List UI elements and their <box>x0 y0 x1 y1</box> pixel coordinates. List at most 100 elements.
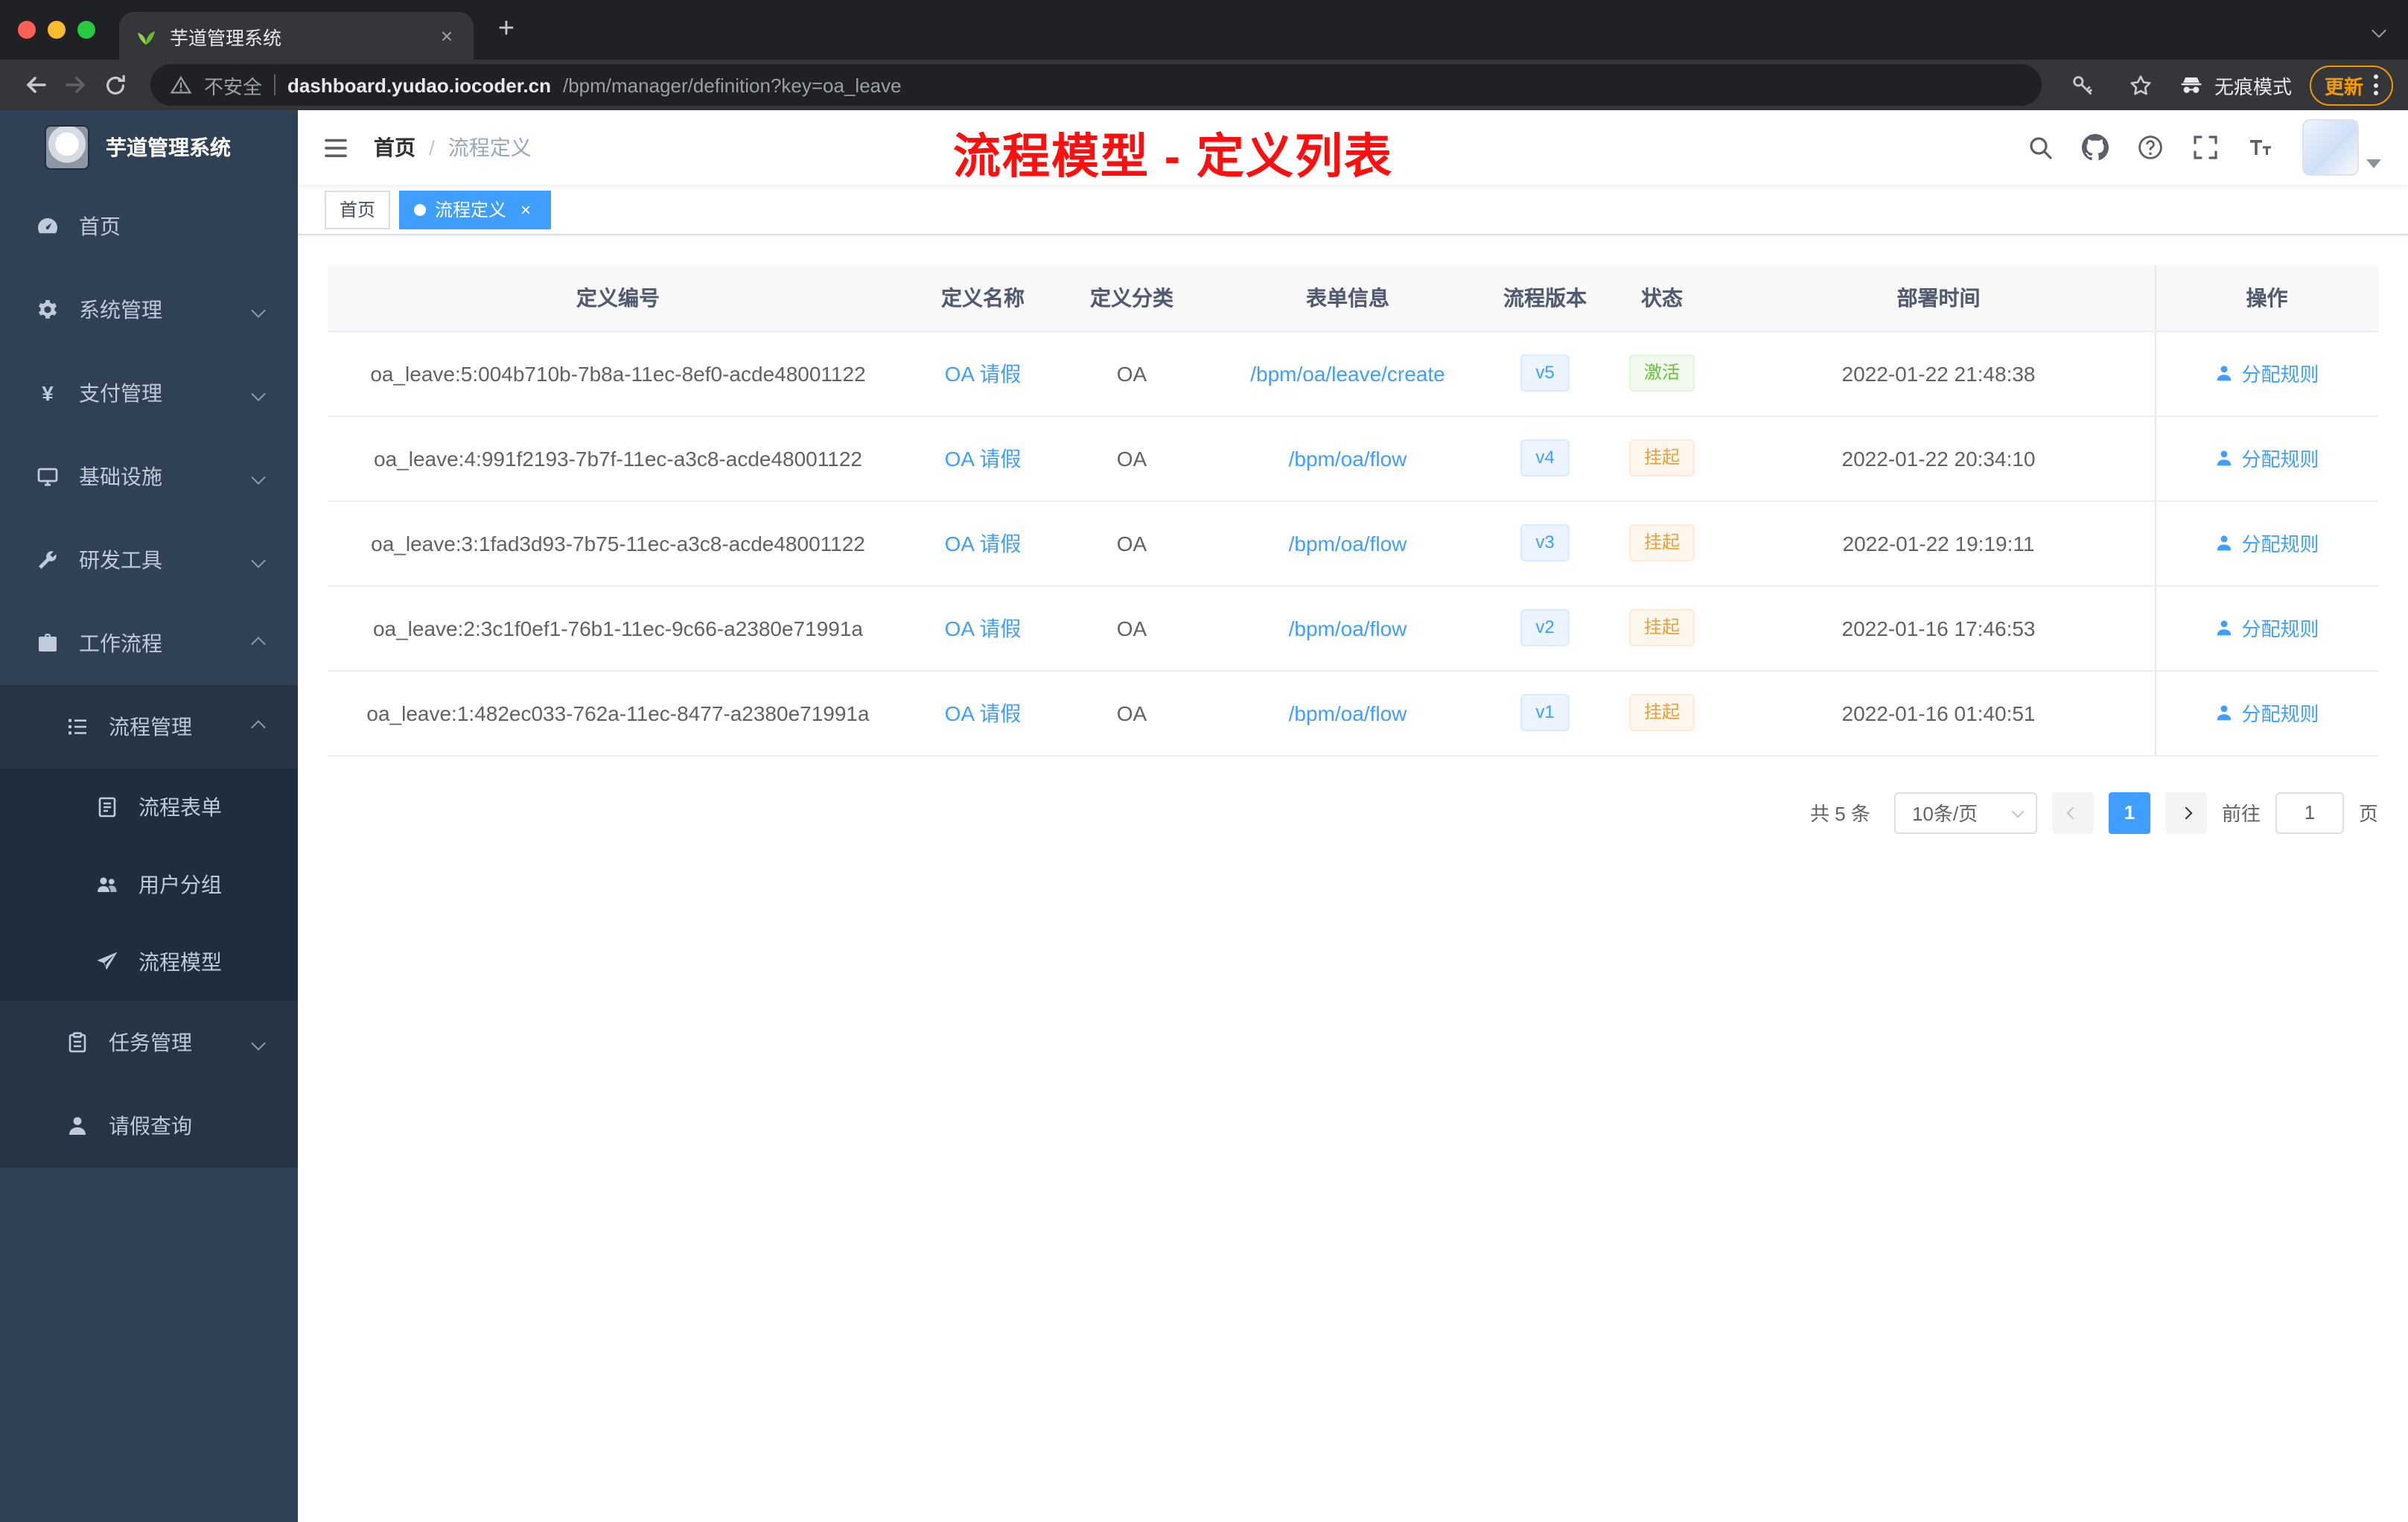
tab-strip: 芋道管理系统 × + <box>0 0 2408 60</box>
user-menu[interactable] <box>2302 119 2381 176</box>
breadcrumb-home[interactable]: 首页 <box>374 133 415 162</box>
search-icon[interactable] <box>2027 134 2054 161</box>
form-info-link[interactable]: /bpm/oa/flow <box>1289 701 1407 725</box>
cell-deployed-at: 2022-01-16 01:40:51 <box>1723 670 2155 756</box>
cell-status: 激活 <box>1601 331 1723 416</box>
page-size-select[interactable]: 10条/页 <box>1893 792 2037 833</box>
clipboard-icon <box>66 1031 89 1054</box>
incognito-badge: 无痕模式 <box>2179 71 2292 99</box>
form-info-link[interactable]: /bpm/oa/flow <box>1289 616 1407 640</box>
sidebar-item-infrastructure[interactable]: 基础设施 <box>0 435 298 518</box>
cell-form-info: /bpm/oa/flow <box>1206 500 1489 586</box>
column-status: 状态 <box>1601 265 1723 331</box>
sidebar-item-process-form[interactable]: 流程表单 <box>0 768 298 846</box>
sidebar-logo: 芋道管理系统 <box>0 110 298 185</box>
help-icon[interactable] <box>2137 134 2164 161</box>
form-icon <box>95 795 119 819</box>
tab-close-icon[interactable]: × <box>435 24 459 48</box>
status-badge: 挂起 <box>1628 609 1695 646</box>
version-badge: v1 <box>1520 694 1570 731</box>
github-icon[interactable] <box>2082 134 2109 161</box>
assign-rule-link[interactable]: 分配规则 <box>2214 698 2319 727</box>
cell-operations: 分配规则 <box>2154 500 2378 586</box>
back-icon[interactable] <box>15 65 55 105</box>
cell-version: v5 <box>1489 331 1601 416</box>
status-badge: 挂起 <box>1628 439 1695 477</box>
definition-name-link[interactable]: OA 请假 <box>945 446 1022 470</box>
assign-rule-link[interactable]: 分配规则 <box>2214 614 2319 642</box>
tag-home[interactable]: 首页 <box>325 190 391 229</box>
page-number-1[interactable]: 1 <box>2108 792 2150 833</box>
sidebar-item-process-model[interactable]: 流程模型 <box>0 923 298 1001</box>
definition-name-link[interactable]: OA 请假 <box>945 531 1022 555</box>
zoom-window-button[interactable] <box>77 21 95 39</box>
minimize-window-button[interactable] <box>48 21 66 39</box>
avatar[interactable] <box>2302 119 2359 176</box>
column-operations: 操作 <box>2154 265 2378 331</box>
url-bar[interactable]: 不安全 dashboard.yudao.iocoder.cn /bpm/mana… <box>150 64 2042 106</box>
tags-bar: 首页 流程定义 × <box>298 185 2408 235</box>
cell-status: 挂起 <box>1601 670 1723 756</box>
omnibox-divider <box>274 74 276 95</box>
goto-page-input[interactable] <box>2275 792 2344 833</box>
font-size-icon[interactable] <box>2247 134 2274 161</box>
sidebar-item-system[interactable]: 系统管理 <box>0 268 298 351</box>
cell-category: OA <box>1057 415 1206 501</box>
tag-close-icon[interactable]: × <box>515 199 536 220</box>
bookmark-star-icon[interactable] <box>2121 65 2161 105</box>
sidebar-item-home[interactable]: 首页 <box>0 185 298 268</box>
assign-rule-link[interactable]: 分配规则 <box>2214 359 2319 387</box>
update-button[interactable]: 更新 <box>2309 65 2393 105</box>
cell-category: OA <box>1057 585 1206 671</box>
definition-name-link[interactable]: OA 请假 <box>945 616 1022 640</box>
url-host: dashboard.yudao.iocoder.cn <box>287 74 551 96</box>
sidebar-item-payment[interactable]: ¥ 支付管理 <box>0 351 298 435</box>
status-badge: 激活 <box>1628 354 1695 392</box>
definition-name-link[interactable]: OA 请假 <box>945 701 1022 725</box>
column-definition-id: 定义编号 <box>328 265 908 331</box>
cell-version: v2 <box>1489 585 1601 671</box>
assign-rule-link[interactable]: 分配规则 <box>2214 444 2319 472</box>
user-icon <box>2217 450 2232 466</box>
monitor-icon <box>36 465 60 488</box>
sidebar-item-process-management[interactable]: 流程管理 <box>0 685 298 768</box>
next-page-button[interactable] <box>2165 792 2207 833</box>
collapse-sidebar-icon[interactable] <box>298 110 374 185</box>
definition-table: 定义编号 定义名称 定义分类 表单信息 流程版本 状态 部署时间 操作 oa_l <box>328 265 2378 756</box>
sidebar-item-workflow[interactable]: 工作流程 <box>0 602 298 685</box>
browser-menu-kebab-icon[interactable] <box>2374 74 2378 95</box>
tag-process-definition[interactable]: 流程定义 × <box>399 190 552 229</box>
form-info-link[interactable]: /bpm/oa/leave/create <box>1250 361 1445 385</box>
new-tab-button[interactable]: + <box>485 9 527 51</box>
tab-search-chevron-icon[interactable] <box>2372 22 2386 37</box>
sidebar-item-leave-query[interactable]: 请假查询 <box>0 1084 298 1168</box>
sidebar-item-devtools[interactable]: 研发工具 <box>0 518 298 602</box>
fullscreen-icon[interactable] <box>2192 134 2219 161</box>
cell-definition-name: OA 请假 <box>908 331 1057 416</box>
key-icon[interactable] <box>2063 65 2103 105</box>
cell-operations: 分配规则 <box>2154 415 2378 501</box>
column-category: 定义分类 <box>1057 265 1206 331</box>
cell-version: v3 <box>1489 500 1601 586</box>
cell-deployed-at: 2022-01-22 19:19:11 <box>1723 500 2155 586</box>
browser-tab[interactable]: 芋道管理系统 × <box>119 12 474 60</box>
column-definition-name: 定义名称 <box>908 265 1057 331</box>
prev-page-button[interactable] <box>2051 792 2094 833</box>
sidebar-item-user-group[interactable]: 用户分组 <box>0 846 298 923</box>
form-info-link[interactable]: /bpm/oa/flow <box>1289 446 1407 470</box>
active-dot-icon <box>414 203 427 215</box>
sidebar-item-task-management[interactable]: 任务管理 <box>0 1001 298 1084</box>
forward-icon[interactable] <box>55 65 95 105</box>
cell-deployed-at: 2022-01-16 17:46:53 <box>1723 585 2155 671</box>
definition-name-link[interactable]: OA 请假 <box>945 361 1022 385</box>
person-icon <box>66 1114 89 1138</box>
close-window-button[interactable] <box>18 21 36 39</box>
assign-rule-link[interactable]: 分配规则 <box>2214 529 2319 557</box>
form-info-link[interactable]: /bpm/oa/flow <box>1289 531 1407 555</box>
reload-icon[interactable] <box>95 65 136 105</box>
cell-operations: 分配规则 <box>2154 331 2378 416</box>
goto-unit-label: 页 <box>2358 803 2378 825</box>
page-content: 定义编号 定义名称 定义分类 表单信息 流程版本 状态 部署时间 操作 oa_l <box>298 235 2408 1522</box>
logo-avatar <box>45 125 89 170</box>
users-icon <box>95 873 119 897</box>
